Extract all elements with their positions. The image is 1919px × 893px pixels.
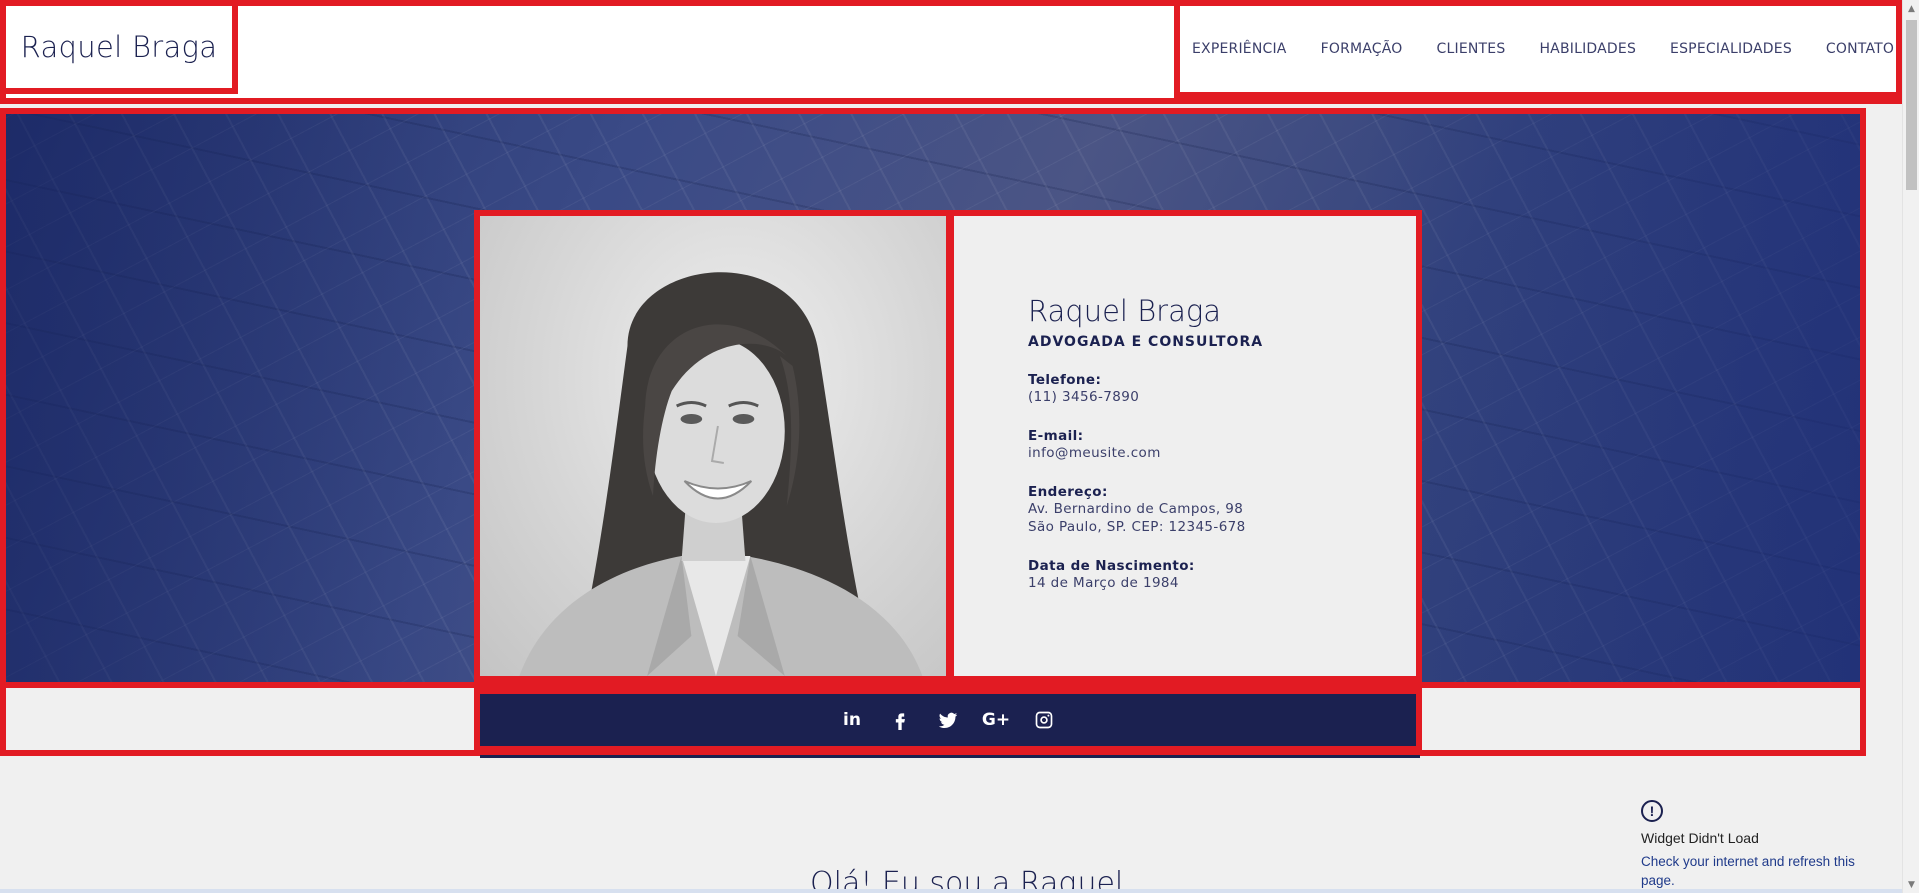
- hero-shade-right: [1360, 114, 1860, 682]
- scrollbar-thumb[interactable]: [1906, 20, 1917, 190]
- phone-label: Telefone:: [1028, 371, 1102, 388]
- scroll-up-icon[interactable]: ▲: [1903, 0, 1919, 17]
- birth-value: 14 de Março de 1984: [1028, 574, 1179, 591]
- main-nav: EXPERIÊNCIA FORMAÇÃO CLIENTES HABILIDADE…: [1174, 6, 1896, 98]
- google-plus-icon[interactable]: G+: [982, 709, 1010, 731]
- portrait-illustration: [519, 272, 923, 676]
- page-scrollbar[interactable]: ▲ ▼: [1902, 0, 1919, 893]
- email-field: E-mail: info@meusite.com: [1028, 428, 1416, 462]
- profile-info: Raquel Braga ADVOGADA E CONSULTORA Telef…: [954, 216, 1416, 676]
- profile-card: Raquel Braga ADVOGADA E CONSULTORA Telef…: [474, 210, 1422, 682]
- social-underline: [480, 755, 1420, 758]
- address-label: Endereço:: [1028, 483, 1108, 500]
- nav-item-experiencia[interactable]: EXPERIÊNCIA: [1192, 41, 1287, 57]
- nav-item-clientes[interactable]: CLIENTES: [1437, 41, 1506, 57]
- email-label: E-mail:: [1028, 427, 1084, 444]
- bottom-strip: [0, 889, 1902, 893]
- profile-photo: [480, 216, 954, 676]
- widget-error-title: Widget Didn't Load: [1641, 830, 1759, 846]
- profile-role: ADVOGADA E CONSULTORA: [1028, 333, 1264, 350]
- address-line-2: São Paulo, SP. CEP: 12345-678: [1028, 518, 1246, 535]
- profile-name: Raquel Braga: [1028, 294, 1222, 328]
- phone-value: (11) 3456-7890: [1028, 388, 1140, 405]
- social-bar: in G+: [474, 688, 1422, 752]
- facebook-icon[interactable]: [889, 709, 911, 731]
- birth-field: Data de Nascimento: 14 de Março de 1984: [1028, 558, 1416, 592]
- widget-error-message: Check your internet and refresh this pag…: [1641, 854, 1855, 888]
- hero-shade-left: [6, 114, 466, 682]
- nav-item-formacao[interactable]: FORMAÇÃO: [1321, 41, 1403, 57]
- linkedin-icon[interactable]: in: [841, 709, 863, 731]
- site-header: Raquel Braga EXPERIÊNCIA FORMAÇÃO CLIENT…: [0, 0, 1902, 104]
- warning-icon: !: [1641, 800, 1663, 822]
- widget-error: ! Widget Didn't Load Check your internet…: [1641, 800, 1881, 890]
- nav-item-contato[interactable]: CONTATO: [1826, 41, 1894, 57]
- twitter-icon[interactable]: [937, 709, 959, 731]
- nav-item-especialidades[interactable]: ESPECIALIDADES: [1670, 41, 1792, 57]
- site-logo: Raquel Braga: [20, 30, 218, 64]
- phone-field: Telefone: (11) 3456-7890: [1028, 372, 1416, 406]
- logo-link[interactable]: Raquel Braga: [6, 6, 238, 94]
- nav-item-habilidades[interactable]: HABILIDADES: [1539, 41, 1636, 57]
- scroll-down-icon[interactable]: ▼: [1903, 876, 1919, 893]
- birth-label: Data de Nascimento:: [1028, 557, 1195, 574]
- email-value[interactable]: info@meusite.com: [1028, 444, 1416, 462]
- address-line-1: Av. Bernardino de Campos, 98: [1028, 500, 1244, 517]
- instagram-icon[interactable]: [1033, 709, 1055, 731]
- address-field: Endereço: Av. Bernardino de Campos, 98 S…: [1028, 484, 1416, 536]
